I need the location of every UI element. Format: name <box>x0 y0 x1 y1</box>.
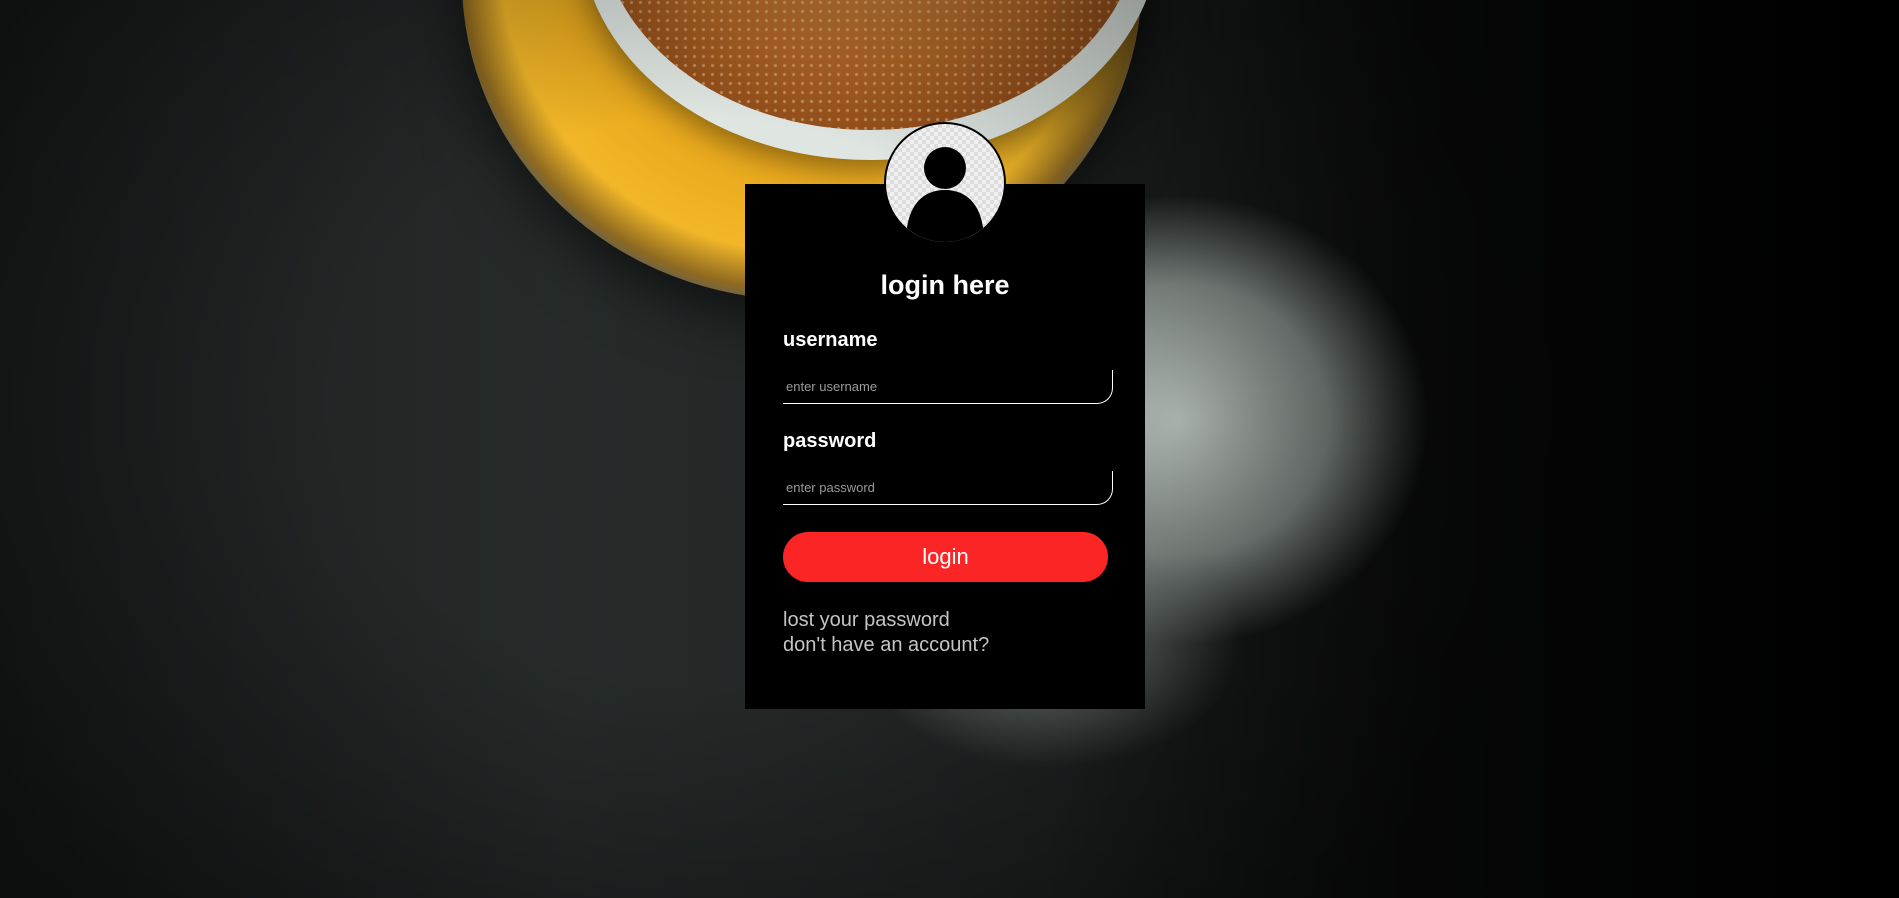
login-title: login here <box>880 270 1010 300</box>
signup-link[interactable]: don't have an account? <box>783 634 989 657</box>
login-button[interactable]: login <box>783 532 1108 582</box>
username-input[interactable] <box>783 370 1113 404</box>
username-label: username <box>783 329 878 351</box>
password-label: password <box>783 430 877 452</box>
lost-password-link[interactable]: lost your password <box>783 609 950 632</box>
password-input[interactable] <box>783 471 1113 505</box>
user-avatar-icon <box>884 122 1006 244</box>
user-silhouette-icon <box>906 147 984 242</box>
